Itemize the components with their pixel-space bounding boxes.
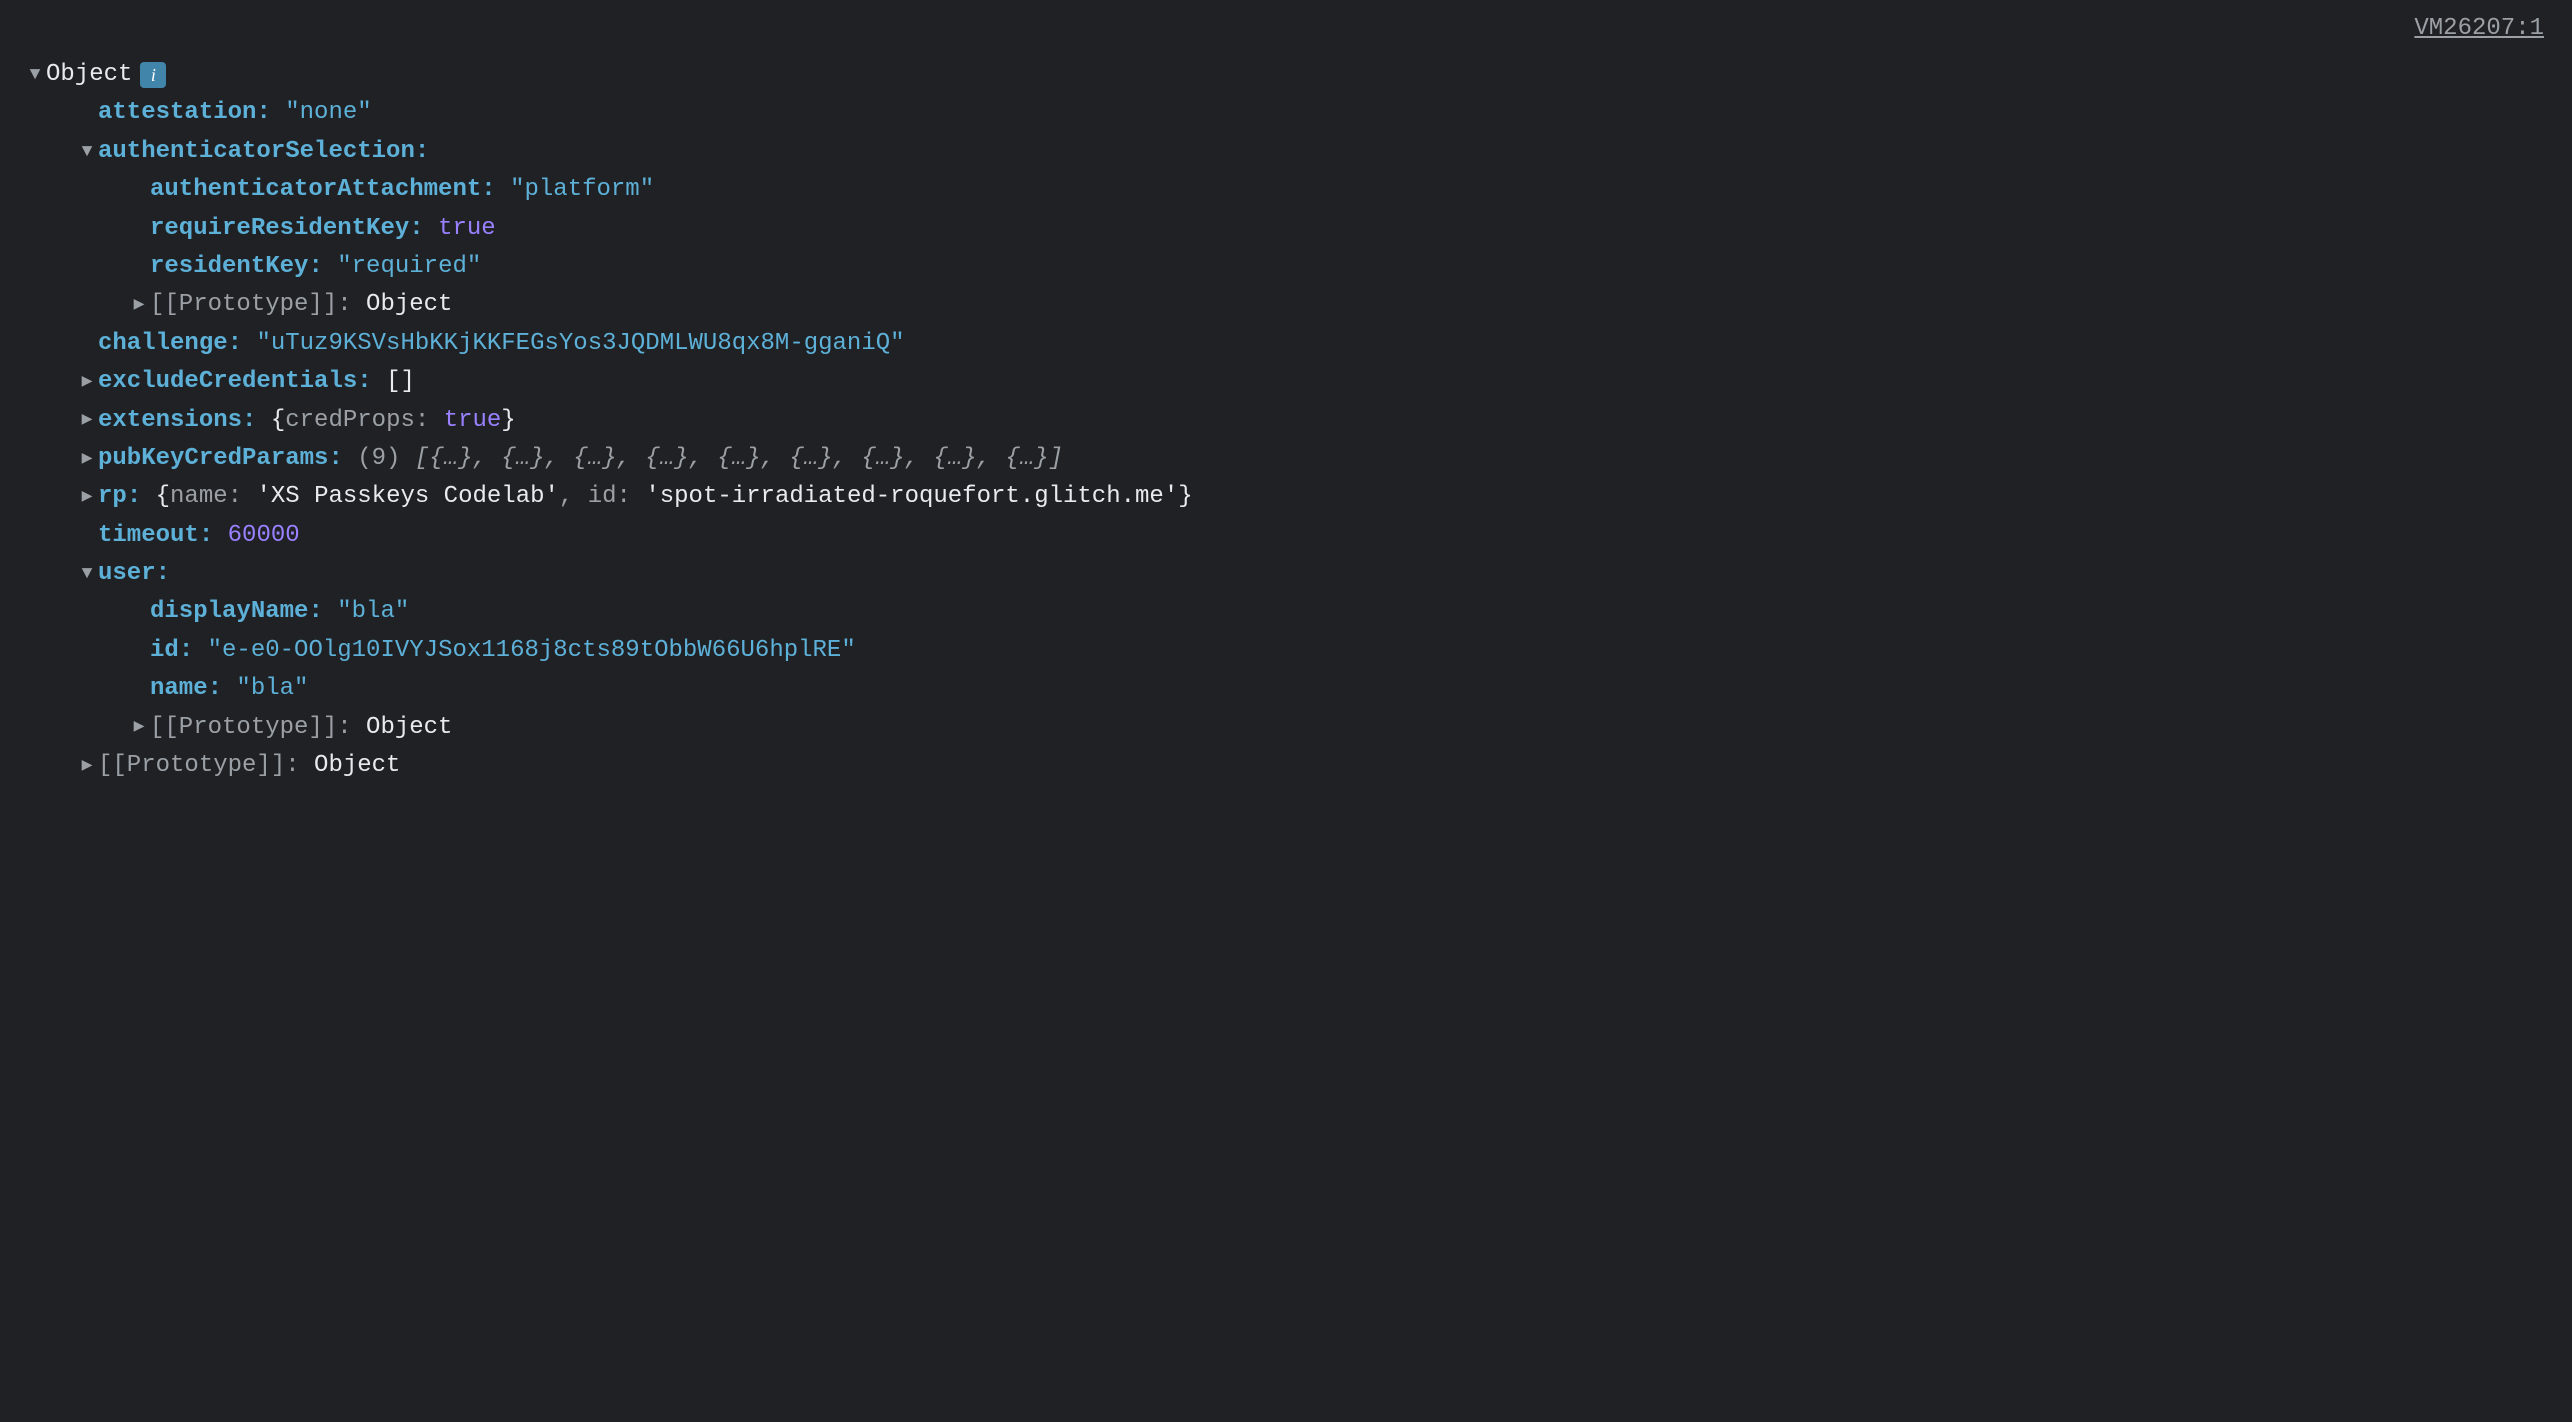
prop-user-id[interactable]: id: "e-e0-OOlg10IVYJSox1168j8cts89tObbW6… bbox=[24, 632, 2548, 670]
prop-extensions[interactable]: ▶ extensions: {credProps: true} bbox=[24, 402, 2548, 440]
prop-prototype[interactable]: ▶ [[Prototype]]: Object bbox=[24, 747, 2548, 785]
prop-rp[interactable]: ▶ rp: {name: 'XS Passkeys Codelab', id: … bbox=[24, 478, 2548, 516]
prop-key: timeout bbox=[98, 517, 199, 555]
prop-key: challenge bbox=[98, 325, 228, 363]
chevron-right-icon[interactable]: ▶ bbox=[128, 291, 150, 320]
prop-value: "required" bbox=[337, 248, 481, 286]
prop-key: residentKey bbox=[150, 248, 308, 286]
preview-val-id: 'spot-irradiated-roquefort.glitch.me' bbox=[645, 478, 1178, 516]
prop-authenticator-selection[interactable]: ▼ authenticatorSelection: bbox=[24, 133, 2548, 171]
prop-value: "uTuz9KSVsHbKKjKKFEGsYos3JQDMLWU8qx8M-gg… bbox=[256, 325, 904, 363]
chevron-down-icon[interactable]: ▼ bbox=[76, 560, 98, 589]
preview-val-name: 'XS Passkeys Codelab' bbox=[256, 478, 558, 516]
chevron-right-icon[interactable]: ▶ bbox=[76, 752, 98, 781]
source-link[interactable]: VM26207:1 bbox=[2414, 10, 2544, 48]
prop-prototype[interactable]: ▶ [[Prototype]]: Object bbox=[24, 709, 2548, 747]
prop-authenticator-attachment[interactable]: authenticatorAttachment: "platform" bbox=[24, 171, 2548, 209]
prop-value: Object bbox=[366, 286, 452, 324]
prop-require-resident-key[interactable]: requireResidentKey: true bbox=[24, 210, 2548, 248]
chevron-right-icon[interactable]: ▶ bbox=[128, 713, 150, 742]
prop-key: user bbox=[98, 555, 156, 593]
prop-value: Object bbox=[314, 747, 400, 785]
prop-key: requireResidentKey bbox=[150, 210, 409, 248]
prop-attestation[interactable]: attestation: "none" bbox=[24, 94, 2548, 132]
prop-display-name[interactable]: displayName: "bla" bbox=[24, 593, 2548, 631]
prop-key: pubKeyCredParams bbox=[98, 440, 328, 478]
object-root[interactable]: ▼ Object i bbox=[24, 56, 2548, 94]
prop-exclude-credentials[interactable]: ▶ excludeCredentials: [] bbox=[24, 363, 2548, 401]
prop-timeout[interactable]: timeout: 60000 bbox=[24, 517, 2548, 555]
prop-user[interactable]: ▼ user: bbox=[24, 555, 2548, 593]
chevron-right-icon[interactable]: ▶ bbox=[76, 445, 98, 474]
prop-challenge[interactable]: challenge: "uTuz9KSVsHbKKjKKFEGsYos3JQDM… bbox=[24, 325, 2548, 363]
prop-key: [[Prototype]] bbox=[150, 709, 337, 747]
chevron-down-icon[interactable]: ▼ bbox=[76, 138, 98, 167]
prop-value: true bbox=[438, 210, 496, 248]
prop-value: [{…}, {…}, {…}, {…}, {…}, {…}, {…}, {…},… bbox=[415, 440, 1063, 478]
prop-value: "none" bbox=[285, 94, 371, 132]
prop-key: excludeCredentials bbox=[98, 363, 357, 401]
prop-key: name bbox=[150, 670, 208, 708]
prop-value: "e-e0-OOlg10IVYJSox1168j8cts89tObbW66U6h… bbox=[208, 632, 856, 670]
chevron-right-icon[interactable]: ▶ bbox=[76, 483, 98, 512]
root-label: Object bbox=[46, 56, 132, 94]
chevron-down-icon[interactable]: ▼ bbox=[24, 61, 46, 90]
array-count: (9) bbox=[357, 440, 415, 478]
prop-key: authenticatorAttachment bbox=[150, 171, 481, 209]
prop-resident-key[interactable]: residentKey: "required" bbox=[24, 248, 2548, 286]
prop-key: authenticatorSelection bbox=[98, 133, 415, 171]
object-tree: ▼ Object i attestation: "none" ▼ authent… bbox=[24, 56, 2548, 785]
prop-value: [] bbox=[386, 363, 415, 401]
prop-prototype[interactable]: ▶ [[Prototype]]: Object bbox=[24, 286, 2548, 324]
prop-key: rp bbox=[98, 478, 127, 516]
chevron-right-icon[interactable]: ▶ bbox=[76, 368, 98, 397]
preview-key: credProps: bbox=[285, 402, 443, 440]
info-icon[interactable]: i bbox=[140, 62, 166, 88]
prop-key: displayName bbox=[150, 593, 308, 631]
prop-key: id bbox=[150, 632, 179, 670]
prop-pubkey-cred-params[interactable]: ▶ pubKeyCredParams: (9) [{…}, {…}, {…}, … bbox=[24, 440, 2548, 478]
prop-key: attestation bbox=[98, 94, 256, 132]
prop-value: "bla" bbox=[236, 670, 308, 708]
chevron-right-icon[interactable]: ▶ bbox=[76, 406, 98, 435]
prop-value: "platform" bbox=[510, 171, 654, 209]
prop-user-name[interactable]: name: "bla" bbox=[24, 670, 2548, 708]
prop-value: "bla" bbox=[337, 593, 409, 631]
preview-key-name: name: bbox=[170, 478, 256, 516]
preview-value: true bbox=[444, 402, 502, 440]
prop-key: [[Prototype]] bbox=[150, 286, 337, 324]
prop-value: Object bbox=[366, 709, 452, 747]
prop-key: [[Prototype]] bbox=[98, 747, 285, 785]
preview-key-id: id: bbox=[588, 478, 646, 516]
prop-key: extensions bbox=[98, 402, 242, 440]
prop-value: 60000 bbox=[228, 517, 300, 555]
